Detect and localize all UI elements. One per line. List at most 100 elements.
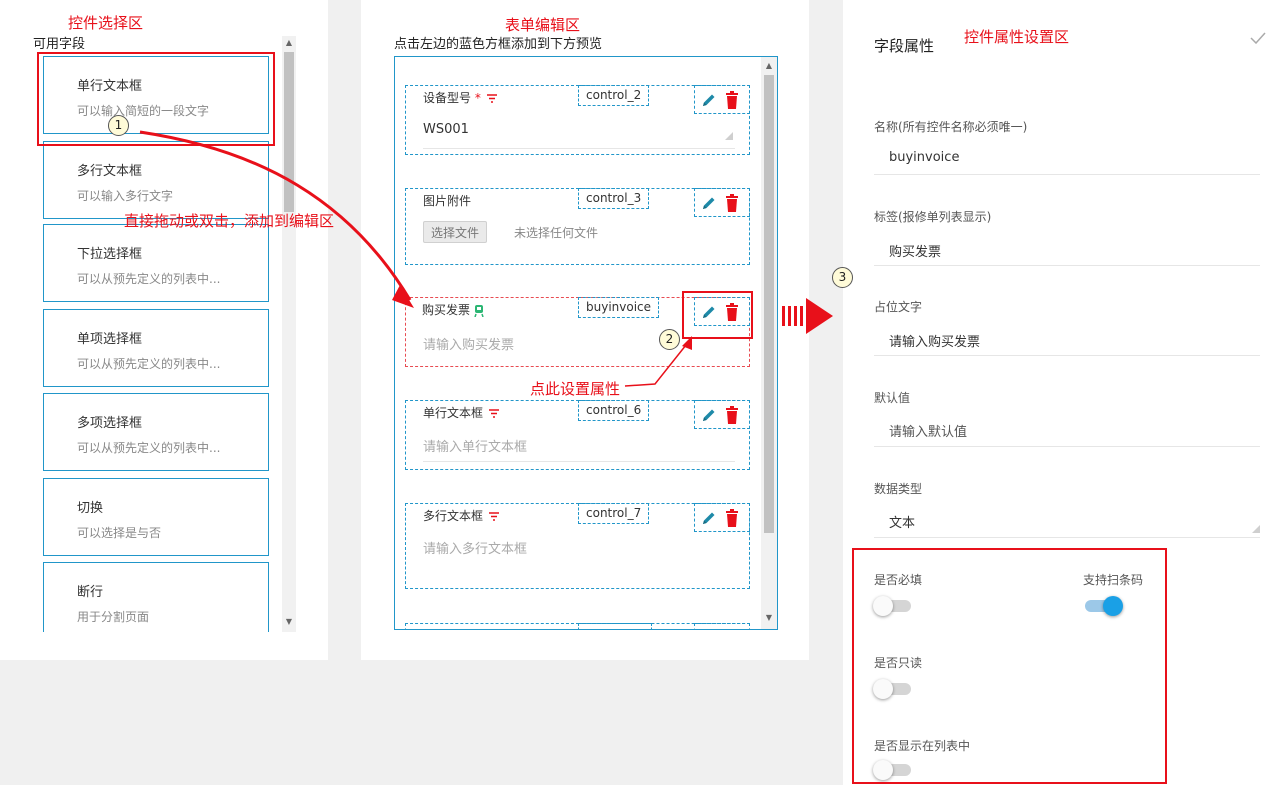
edit-pencil-icon[interactable] bbox=[701, 195, 717, 211]
required-asterisk: * bbox=[474, 91, 481, 105]
confirm-check-icon[interactable] bbox=[1250, 32, 1266, 44]
field-item-name: 切换 bbox=[77, 501, 104, 516]
field-id-tag: control_7 bbox=[578, 503, 650, 524]
form-field-single-line-text[interactable]: 单行文本框 control_6 请输入单行文本框 bbox=[405, 400, 750, 470]
left-zone-annotation: 控件选择区 bbox=[68, 14, 144, 32]
field-underline bbox=[423, 461, 735, 462]
label-text: 多行文本框 bbox=[423, 509, 484, 523]
tag-label: 标签(报修单列表显示) bbox=[874, 210, 992, 224]
field-item-multi-line-text[interactable]: 多行文本框 可以输入多行文字 bbox=[43, 141, 269, 219]
right-zone-annotation: 控件属性设置区 bbox=[964, 28, 1070, 46]
field-item-desc: 可以从预先定义的列表中... bbox=[77, 441, 221, 455]
form-field-device-model[interactable]: 设备型号 * control_2 WS001 bbox=[405, 85, 750, 155]
highlight-box-toggles bbox=[852, 548, 1167, 784]
label-text: 购买发票 bbox=[422, 303, 471, 317]
delete-trash-icon[interactable] bbox=[725, 91, 739, 109]
click-hint-annotation: 点此设置属性 bbox=[530, 380, 621, 398]
form-scrollbar[interactable]: ▲ ▼ bbox=[761, 57, 777, 629]
field-item-name: 下拉选择框 bbox=[77, 247, 143, 262]
field-item-desc: 可以从预先定义的列表中... bbox=[77, 357, 221, 371]
field-actions bbox=[694, 623, 750, 629]
delete-trash-icon[interactable] bbox=[725, 406, 739, 424]
field-placeholder[interactable]: 请输入购买发票 bbox=[423, 334, 514, 353]
file-status-text: 未选择任何文件 bbox=[514, 226, 599, 240]
label-text: 单行文本框 bbox=[423, 406, 484, 420]
select-grip-icon bbox=[1252, 525, 1260, 533]
scan-barcode-icon bbox=[474, 304, 484, 317]
highlight-box-single-line-text bbox=[37, 52, 275, 146]
field-id-tag: control_6 bbox=[578, 400, 650, 421]
edit-pencil-icon[interactable] bbox=[701, 92, 717, 108]
field-item-desc: 可以输入多行文字 bbox=[77, 189, 174, 203]
step-3-marker: 3 bbox=[832, 267, 853, 288]
scroll-up-arrow-icon[interactable]: ▲ bbox=[282, 38, 296, 47]
form-field-label: 设备型号 * bbox=[423, 89, 497, 106]
field-placeholder[interactable]: 请输入多行文本框 bbox=[423, 538, 527, 557]
resize-grip-icon bbox=[725, 132, 733, 140]
edit-pencil-icon[interactable] bbox=[701, 510, 717, 526]
form-field-label: 多行文本框 bbox=[423, 507, 499, 524]
delete-trash-icon[interactable] bbox=[725, 194, 739, 212]
field-actions bbox=[694, 188, 750, 217]
field-id-tag bbox=[578, 623, 652, 629]
form-field-label: 图片附件 bbox=[423, 194, 472, 208]
field-item-desc: 用于分割页面 bbox=[77, 610, 150, 624]
field-item-toggle[interactable]: 切换 可以选择是与否 bbox=[43, 478, 269, 556]
field-id-tag: control_2 bbox=[578, 85, 650, 106]
field-item-name: 单项选择框 bbox=[77, 332, 143, 347]
filter-icon bbox=[488, 512, 499, 521]
name-underline bbox=[874, 174, 1260, 175]
placeholder-input[interactable]: 请输入购买发票 bbox=[889, 331, 980, 350]
field-item-single-choice[interactable]: 单项选择框 可以从预先定义的列表中... bbox=[43, 309, 269, 387]
filter-icon bbox=[488, 409, 499, 418]
field-underline bbox=[423, 148, 735, 149]
placeholder-underline bbox=[874, 355, 1260, 356]
choose-file-button[interactable]: 选择文件 bbox=[423, 221, 488, 243]
big-arrow-head bbox=[806, 298, 833, 334]
scroll-up-arrow-icon[interactable]: ▲ bbox=[762, 61, 776, 70]
tag-underline bbox=[874, 265, 1260, 266]
form-field-label: 购买发票 bbox=[422, 301, 484, 318]
drag-hint-annotation: 直接拖动或双击，添加到编辑区 bbox=[124, 212, 335, 230]
delete-trash-icon[interactable] bbox=[725, 509, 739, 527]
data-type-label: 数据类型 bbox=[874, 482, 923, 496]
tag-input[interactable]: 购买发票 bbox=[889, 241, 941, 260]
field-placeholder[interactable]: 请输入单行文本框 bbox=[423, 436, 527, 455]
field-item-line-break[interactable]: 断行 用于分割页面 bbox=[43, 562, 269, 632]
form-field-multi-line-text[interactable]: 多行文本框 control_7 请输入多行文本框 bbox=[405, 503, 750, 589]
field-id-tag: control_3 bbox=[578, 188, 650, 209]
default-value-input[interactable]: 请输入默认值 bbox=[889, 421, 967, 440]
available-fields-title: 可用字段 bbox=[33, 37, 86, 52]
step-2-marker: 2 bbox=[659, 329, 680, 350]
data-type-select[interactable]: 文本 bbox=[889, 512, 915, 531]
field-item-dropdown[interactable]: 下拉选择框 可以从预先定义的列表中... bbox=[43, 224, 269, 302]
left-scrollbar[interactable]: ▲ ▼ bbox=[282, 36, 296, 632]
field-item-desc: 可以选择是与否 bbox=[77, 526, 162, 540]
label-text: 设备型号 bbox=[423, 91, 472, 105]
field-properties-title: 字段属性 bbox=[874, 37, 935, 55]
left-scroll-thumb[interactable] bbox=[284, 52, 294, 212]
name-input[interactable]: buyinvoice bbox=[889, 150, 959, 165]
filter-icon bbox=[486, 94, 497, 103]
form-field-image-attachment[interactable]: 图片附件 control_3 选择文件 未选择任何文件 bbox=[405, 188, 750, 265]
field-value[interactable]: WS001 bbox=[423, 122, 469, 137]
placeholder-label: 占位文字 bbox=[874, 300, 923, 314]
form-field-label: 单行文本框 bbox=[423, 404, 499, 421]
highlight-box-edit-actions bbox=[682, 291, 753, 339]
field-item-name: 多行文本框 bbox=[77, 164, 143, 179]
edit-pencil-icon[interactable] bbox=[701, 407, 717, 423]
form-scroll-thumb[interactable] bbox=[764, 75, 774, 533]
name-label: 名称(所有控件名称必须唯一) bbox=[874, 120, 1028, 134]
scroll-down-arrow-icon[interactable]: ▼ bbox=[282, 617, 296, 626]
scroll-down-arrow-icon[interactable]: ▼ bbox=[762, 613, 776, 622]
field-item-name: 断行 bbox=[77, 585, 104, 600]
mid-zone-annotation: 表单编辑区 bbox=[505, 16, 581, 34]
field-actions bbox=[694, 85, 750, 114]
field-item-multi-choice[interactable]: 多项选择框 可以从预先定义的列表中... bbox=[43, 393, 269, 471]
data-type-underline bbox=[874, 537, 1260, 538]
form-preview: 设备型号 * control_2 WS001 图片附件 control_3 选择… bbox=[394, 56, 778, 630]
field-item-desc: 可以从预先定义的列表中... bbox=[77, 272, 221, 286]
field-actions bbox=[694, 503, 750, 532]
form-field-partial[interactable] bbox=[405, 623, 750, 629]
default-value-underline bbox=[874, 446, 1260, 447]
